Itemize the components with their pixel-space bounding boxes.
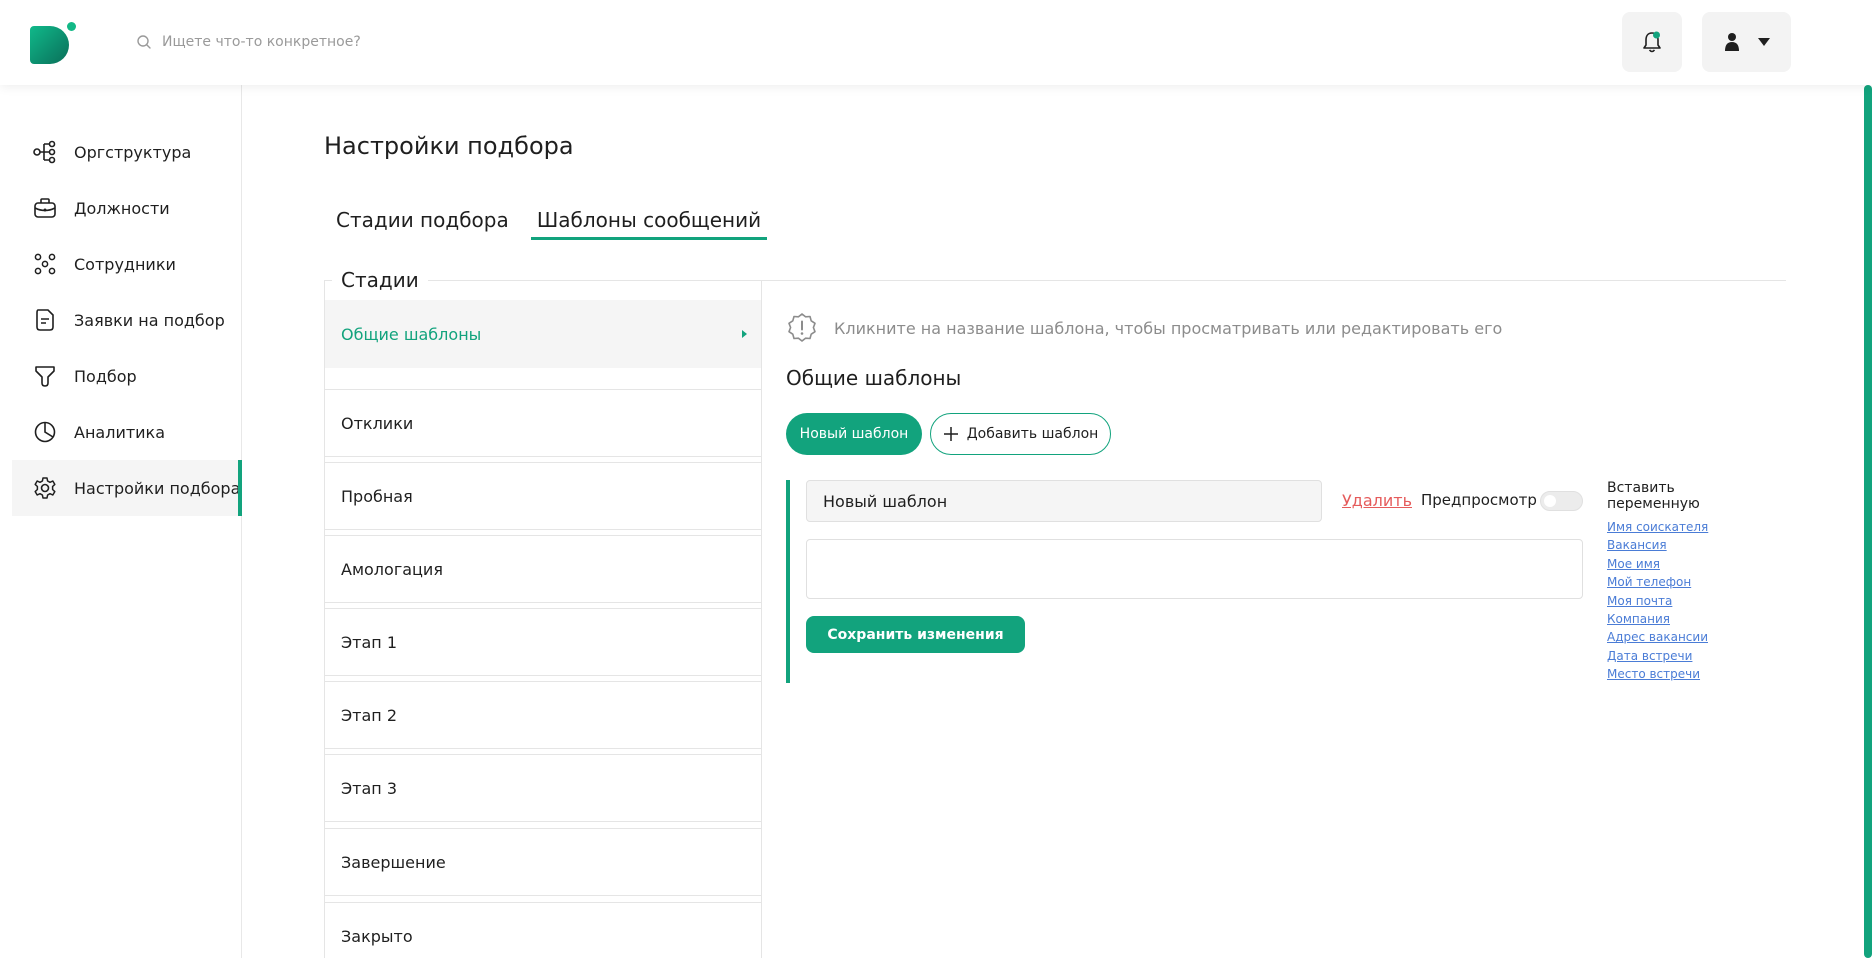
editor-accent-bar	[786, 480, 790, 683]
notifications-button[interactable]	[1622, 12, 1682, 72]
variable-link[interactable]: Моя почта	[1607, 592, 1727, 610]
top-header	[0, 0, 1872, 85]
sidebar-item-label: Должности	[74, 198, 170, 218]
logo-shape	[30, 26, 69, 64]
template-body-textarea[interactable]	[806, 539, 1583, 599]
bell-icon	[1643, 31, 1661, 53]
stage-label: Этап 3	[341, 778, 398, 798]
variable-link[interactable]: Вакансия	[1607, 536, 1727, 554]
variable-link[interactable]: Мое имя	[1607, 555, 1727, 573]
sidebar-item-label: Настройки подбора	[74, 478, 241, 498]
sidebar-item-positions[interactable]: Должности	[12, 180, 242, 236]
stage-label: Этап 2	[341, 705, 398, 725]
tab-recruitment-stages[interactable]: Стадии подбора	[336, 200, 509, 240]
save-changes-button[interactable]: Сохранить изменения	[806, 616, 1025, 653]
new-template-button[interactable]: Новый шаблон	[786, 413, 922, 455]
insert-variable-panel: Вставить переменную Имя соискателя Вакан…	[1607, 480, 1727, 684]
stage-item[interactable]: Отклики	[325, 389, 761, 457]
stage-item[interactable]: Пробная	[325, 462, 761, 530]
stage-item-common-templates[interactable]: Общие шаблоны	[325, 300, 761, 368]
stage-label: Амологация	[341, 559, 443, 579]
user-icon	[1724, 33, 1739, 51]
funnel-icon	[35, 366, 55, 387]
people-icon	[34, 253, 56, 275]
page-title: Настройки подбора	[324, 132, 574, 160]
stage-label: Этап 1	[341, 632, 398, 652]
section-title: Общие шаблоны	[786, 366, 962, 390]
stage-item[interactable]: Закрыто	[325, 902, 761, 958]
variable-link[interactable]: Имя соискателя	[1607, 518, 1727, 536]
document-icon	[36, 309, 54, 331]
stage-label: Завершение	[341, 852, 446, 872]
sidebar-item-analytics[interactable]: Аналитика	[12, 404, 242, 460]
logo-dot	[67, 22, 76, 31]
user-menu-button[interactable]	[1702, 12, 1791, 72]
app-logo[interactable]	[30, 22, 76, 66]
info-badge-icon	[788, 313, 816, 342]
add-template-button[interactable]: Добавить шаблон	[930, 413, 1111, 455]
stage-item[interactable]: Этап 3	[325, 754, 761, 822]
variable-link[interactable]: Место встречи	[1607, 665, 1727, 683]
stage-item[interactable]: Амологация	[325, 535, 761, 603]
sidebar-item-recruitment[interactable]: Подбор	[12, 348, 242, 404]
template-name-input[interactable]	[806, 480, 1322, 522]
delete-link[interactable]: Удалить	[1342, 491, 1412, 510]
gear-icon	[34, 477, 56, 499]
stage-label: Общие шаблоны	[341, 324, 482, 344]
hint-message: Кликните на название шаблона, чтобы прос…	[786, 312, 1502, 344]
page-scrollbar[interactable]	[1864, 85, 1872, 958]
sidebar-item-requests[interactable]: Заявки на подбор	[12, 292, 242, 348]
stage-label: Закрыто	[341, 926, 413, 946]
sidebar-item-label: Сотрудники	[74, 254, 176, 274]
stage-item[interactable]: Этап 2	[325, 681, 761, 749]
variable-link[interactable]: Компания	[1607, 610, 1727, 628]
toggle-knob	[1544, 495, 1556, 507]
search-icon	[137, 35, 151, 49]
preview-label: Предпросмотр	[1421, 491, 1537, 509]
plus-icon	[943, 427, 958, 441]
hint-text: Кликните на название шаблона, чтобы прос…	[834, 318, 1503, 338]
chevron-down-icon	[1757, 38, 1770, 46]
search-input[interactable]	[162, 34, 562, 50]
variable-link[interactable]: Адрес вакансии	[1607, 628, 1727, 646]
search-bar[interactable]	[136, 30, 562, 54]
stage-item[interactable]: Этап 1	[325, 608, 761, 676]
sidebar-item-employees[interactable]: Сотрудники	[12, 236, 242, 292]
variable-link[interactable]: Мой телефон	[1607, 573, 1727, 591]
add-template-label: Добавить шаблон	[966, 426, 1099, 442]
sidebar-item-label: Подбор	[74, 366, 137, 386]
stages-legend: Стадии	[332, 268, 428, 292]
sidebar-item-label: Оргструктура	[74, 142, 192, 162]
variables-title: Вставить переменную	[1607, 480, 1700, 512]
variable-link[interactable]: Дата встречи	[1607, 647, 1727, 665]
pie-chart-icon	[34, 421, 56, 443]
org-structure-icon	[33, 140, 56, 164]
tab-message-templates[interactable]: Шаблоны сообщений	[531, 200, 767, 240]
sidebar-item-recruitment-settings[interactable]: Настройки подбора	[12, 460, 242, 516]
stage-label: Отклики	[341, 413, 414, 433]
stage-item[interactable]: Завершение	[325, 828, 761, 896]
stage-label: Пробная	[341, 486, 413, 506]
caret-right-icon	[742, 330, 747, 338]
sidebar-item-label: Аналитика	[74, 422, 166, 442]
briefcase-icon	[34, 198, 56, 218]
sidebar-item-org-structure[interactable]: Оргструктура	[12, 124, 242, 180]
sidebar-item-label: Заявки на подбор	[74, 310, 225, 330]
preview-toggle[interactable]	[1540, 491, 1583, 511]
